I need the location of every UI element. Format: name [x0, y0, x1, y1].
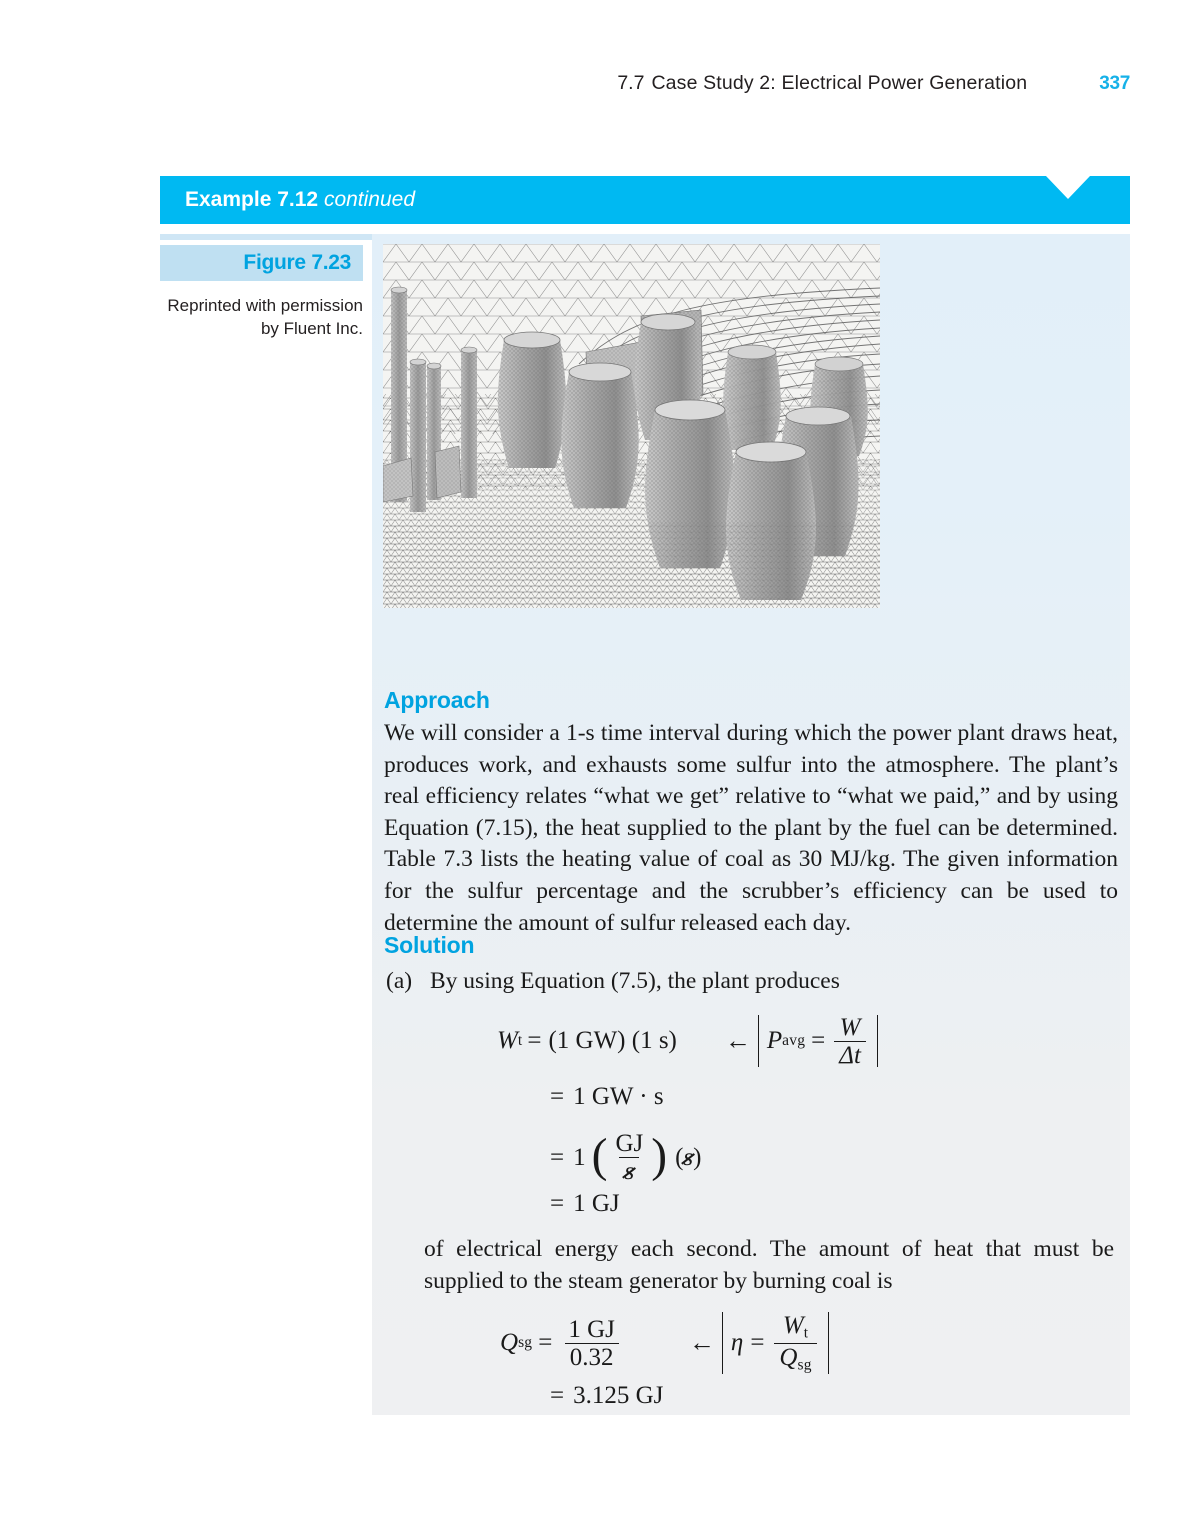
eq3-factor-cancelled: s — [683, 1143, 694, 1171]
equation-qsg-definition: Qsg = 1 GJ 0.32 ← η = Wt Qsg — [500, 1312, 829, 1374]
example-banner-number: 7.12 — [277, 188, 319, 211]
eq5-note-fraction: Wt Qsg — [774, 1312, 817, 1373]
eq5-note-den-variable: Q — [779, 1343, 798, 1371]
eq1-note-denominator: Δt — [834, 1040, 866, 1069]
eq5-note-bracket: η = Wt Qsg — [721, 1312, 829, 1374]
figure-credit: Reprinted with permission by Fluent Inc. — [140, 295, 363, 341]
eq3-numerator: GJ — [615, 1130, 644, 1157]
eq5-lhs-variable: Q — [500, 1329, 519, 1356]
figure-credit-line-2: by Fluent Inc. — [260, 318, 363, 338]
example-banner-label: Example — [185, 188, 272, 211]
eq3-left-paren: ( — [591, 1129, 608, 1182]
solution-paragraph-2: of electrical energy each second. The am… — [424, 1236, 1114, 1294]
eq1-note-bracket: Pavg = W Δt — [757, 1014, 878, 1069]
eq5-note-num-subscript: t — [803, 1324, 809, 1342]
eq5-note-num-variable: W — [782, 1312, 804, 1340]
approach-body-text: We will consider a 1-s time interval dur… — [384, 720, 1118, 936]
eq1-note-subscript: avg — [782, 1032, 806, 1049]
eq5-lhs-subscript: sg — [518, 1334, 533, 1351]
eq5-note-arrow: ← — [688, 1328, 715, 1357]
eq6-equals: = — [550, 1382, 565, 1409]
running-head-section-number: 7.7 — [617, 72, 645, 94]
eq3-factor-group: (s) — [675, 1143, 702, 1171]
figure-label: Figure 7.23 — [243, 251, 351, 274]
example-banner-status: continued — [323, 188, 416, 211]
eq6-value: 3.125 GJ — [573, 1382, 664, 1409]
figure-label-band: Figure 7.23 — [160, 245, 363, 281]
equation-wt-unit-cancellation: = 1 ( GJ s ) (s) — [550, 1130, 701, 1185]
eq2-equals: = — [550, 1083, 565, 1110]
equation-wt-result: = 1 GJ — [550, 1190, 620, 1218]
eq5-denominator: 0.32 — [564, 1342, 619, 1371]
eq1-note-arrow: ← — [724, 1026, 751, 1055]
eq3-right-paren: ) — [651, 1129, 668, 1182]
equation-wt-gws: = 1 GW · s — [550, 1083, 664, 1111]
eq1-equals: = — [527, 1027, 542, 1054]
eq1-note-fraction: W Δt — [834, 1014, 866, 1069]
eq3-denominator-cancelled: s — [624, 1158, 635, 1185]
eq1-note-numerator: W — [839, 1013, 861, 1041]
eq3-fraction: GJ s — [610, 1130, 648, 1185]
eq1-rhs: (1 GW) (1 s) — [548, 1027, 677, 1054]
eq3-coefficient: 1 — [573, 1143, 586, 1171]
eq2-value: 1 GW · s — [573, 1083, 664, 1110]
equation-qsg-result: = 3.125 GJ — [550, 1382, 663, 1410]
eq3-equals: = — [550, 1143, 565, 1171]
eq4-equals: = — [550, 1190, 565, 1217]
running-head-title: Case Study 2: Electrical Power Generatio… — [651, 72, 1028, 94]
example-banner-text: Example 7.12 continued — [185, 188, 415, 212]
eq1-lhs-subscript: t — [517, 1032, 523, 1049]
eq5-note-eta: η — [730, 1329, 744, 1356]
eq5-note-equals: = — [750, 1329, 765, 1356]
equation-wt-definition: Wt = (1 GW) (1 s) ← Pavg = W Δt — [497, 1014, 878, 1069]
approach-heading: Approach — [384, 687, 490, 713]
eq1-note-variable: P — [766, 1027, 783, 1054]
solution-item-a-text: By using Equation (7.5), the plant produ… — [430, 968, 840, 994]
eq5-numerator: 1 GJ — [568, 1315, 615, 1343]
eq1-note-equals: = — [811, 1027, 826, 1054]
eq5-fraction: 1 GJ 0.32 — [563, 1316, 620, 1371]
running-head: 7.7 Case Study 2: Electrical Power Gener… — [160, 72, 1130, 102]
solution-item-a: (a) By using Equation (7.5), the plant p… — [386, 966, 1086, 998]
example-banner: Example 7.12 continued — [160, 176, 1130, 224]
figure-label-rule — [160, 234, 372, 240]
solution-item-a-marker: (a) — [386, 968, 413, 994]
eq4-value: 1 GJ — [573, 1190, 620, 1217]
eq5-equals: = — [538, 1329, 553, 1356]
eq5-note-den-subscript: sg — [797, 1355, 812, 1373]
figure-credit-line-1: Reprinted with permission — [167, 296, 363, 315]
solution-heading: Solution — [384, 932, 475, 958]
figure-image-cfd-mesh — [383, 244, 880, 608]
content-panel: Approach We will consider a 1-s time int… — [372, 234, 1130, 1415]
eq1-lhs-variable: W — [497, 1027, 518, 1054]
page-number: 337 — [1099, 73, 1130, 94]
